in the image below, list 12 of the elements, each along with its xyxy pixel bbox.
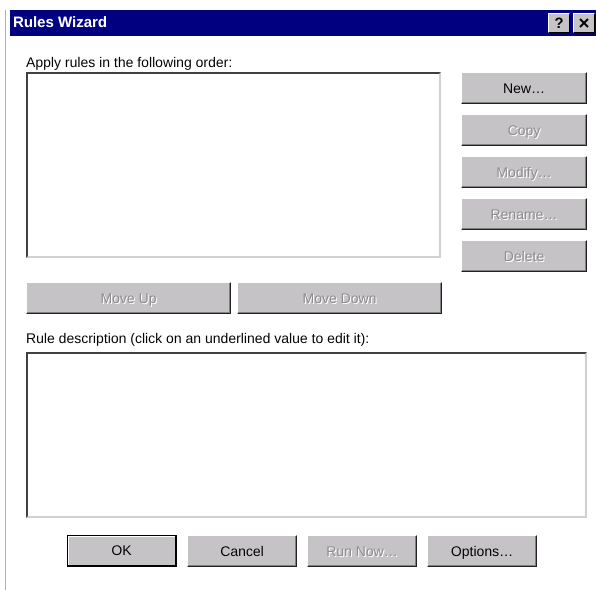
close-icon — [579, 18, 589, 28]
rules-list[interactable] — [26, 72, 441, 258]
rule-description-box[interactable] — [26, 352, 587, 518]
rules-label: Apply rules in the following order: — [26, 53, 232, 70]
description-label: Rule description (click on an underlined value to edit it): — [26, 329, 370, 346]
dialog-button[interactable]: Cancel — [187, 535, 297, 567]
close-button[interactable] — [573, 13, 595, 33]
dialog-button[interactable]: Options… — [427, 535, 537, 567]
dialog-button[interactable]: OK — [67, 535, 177, 567]
help-button[interactable]: ? — [548, 13, 570, 33]
window-title: Rules Wizard — [13, 12, 108, 33]
rule-button[interactable]: New… — [461, 72, 587, 104]
